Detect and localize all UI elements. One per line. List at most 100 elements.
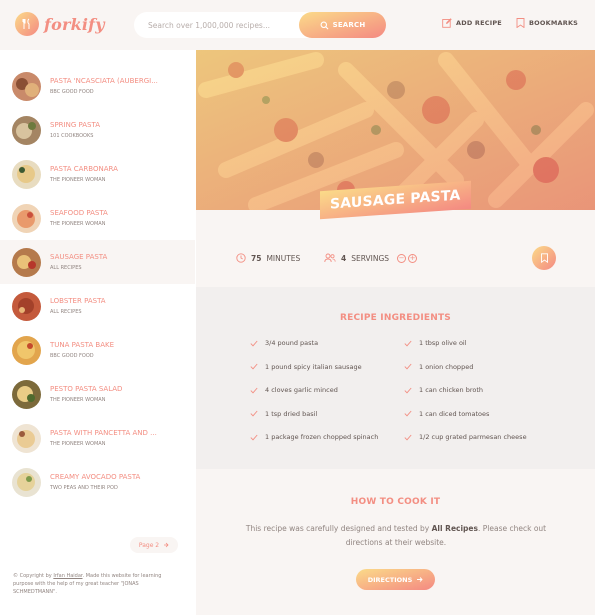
check-icon — [250, 434, 258, 440]
copyright: © Copyright by Irfan Haidar. Made this w… — [13, 572, 183, 596]
recipe-thumbnail — [12, 159, 41, 189]
result-item[interactable]: SPRING PASTA 101 COOKBOOKS — [0, 108, 195, 152]
ingredient-item: 1 package frozen chopped spinach — [250, 433, 378, 441]
result-title: SAUSAGE PASTA — [50, 253, 108, 261]
result-item[interactable]: PASTA WITH PANCETTA AND ... THE PIONEER … — [0, 416, 195, 460]
header: forkify SEARCH ADD RECIPE BOOKMARKS — [0, 0, 595, 50]
howto-publisher: All Recipes — [431, 524, 478, 533]
check-icon — [250, 387, 258, 393]
next-page-button[interactable]: Page 2 — [130, 537, 178, 553]
arrow-right-icon — [164, 542, 169, 548]
add-recipe-button[interactable]: ADD RECIPE — [442, 18, 502, 28]
recipe-thumbnail — [12, 115, 41, 145]
servings-label: SERVINGS — [351, 253, 390, 263]
ingredient-item: 1 tbsp olive oil — [404, 339, 467, 347]
ingredient-text: 1/2 cup grated parmesan cheese — [419, 433, 527, 441]
decrease-servings-button[interactable]: − — [397, 253, 407, 263]
recipe-details: 75 MINUTES 4 SERVINGS − + — [196, 235, 595, 283]
ingredient-text: 1 can diced tomatoes — [419, 409, 490, 418]
search-icon — [320, 21, 329, 29]
check-icon — [250, 363, 258, 370]
recipe-directions: HOW TO COOK IT This recipe was carefully… — [196, 488, 595, 615]
result-publisher: BBC GOOD FOOD — [50, 89, 94, 95]
bookmarks-button[interactable]: BOOKMARKS — [516, 18, 578, 28]
result-publisher: THE PIONEER WOMAN — [50, 221, 106, 227]
howto-title: HOW TO COOK IT — [350, 497, 441, 507]
ingredient-text: 1 pound spicy italian sausage — [265, 362, 362, 371]
ingredient-item: 1 can diced tomatoes — [404, 410, 489, 418]
recipe-thumbnail — [12, 203, 41, 233]
result-title: SEAFOOD PASTA — [50, 209, 108, 217]
ingredient-item: 1 can chicken broth — [404, 386, 483, 394]
check-icon — [404, 434, 412, 440]
recipe-thumbnail — [12, 335, 41, 365]
result-item[interactable]: CREAMY AVOCADO PASTA TWO PEAS AND THEIR … — [0, 460, 195, 504]
result-item[interactable]: SEAFOOD PASTA THE PIONEER WOMAN — [0, 196, 195, 240]
minutes-value: 75 — [251, 253, 262, 263]
ingredient-text: 1 onion chopped — [419, 362, 474, 371]
howto-text: This recipe was carefully designed and t… — [236, 522, 556, 550]
recipe-thumbnail — [12, 467, 41, 497]
recipe-thumbnail — [12, 379, 41, 409]
result-title: LOBSTER PASTA — [50, 297, 106, 305]
result-title: SPRING PASTA — [50, 121, 101, 129]
ingredient-item: 1/2 cup grated parmesan cheese — [404, 433, 527, 441]
clock-icon — [236, 253, 246, 263]
result-item[interactable]: LOBSTER PASTA ALL RECIPES — [0, 284, 195, 328]
recipe-view: SAUSAGE PASTA 75 MINUTES 4 SERVINGS − + … — [196, 50, 595, 615]
result-item[interactable]: PASTA 'NCASCIATA (AUBERGI... BBC GOOD FO… — [0, 64, 195, 108]
author-link[interactable]: Irfan Haidar — [53, 573, 82, 579]
check-icon — [404, 410, 412, 417]
logo[interactable]: forkify — [15, 12, 105, 36]
result-item[interactable]: PESTO PASTA SALAD THE PIONEER WOMAN — [0, 372, 195, 416]
result-publisher: THE PIONEER WOMAN — [50, 397, 106, 403]
servings-value: 4 — [341, 253, 347, 263]
cooking-time: 75 MINUTES — [236, 253, 300, 263]
bookmarks-label: BOOKMARKS — [529, 19, 579, 27]
ingredient-text: 4 cloves garlic minced — [265, 386, 338, 394]
ingredients-title: RECIPE INGREDIENTS — [340, 313, 451, 323]
check-icon — [404, 363, 412, 370]
result-publisher: BBC GOOD FOOD — [50, 353, 94, 359]
check-icon — [404, 387, 412, 393]
minutes-label: MINUTES — [266, 253, 301, 263]
users-icon — [324, 253, 336, 263]
result-item[interactable]: TUNA PASTA BAKE BBC GOOD FOOD — [0, 328, 195, 372]
result-item[interactable]: PASTA CARBONARA THE PIONEER WOMAN — [0, 152, 195, 196]
copyright-prefix: © Copyright by — [13, 573, 54, 579]
search-button-label: SEARCH — [332, 21, 366, 29]
directions-button[interactable]: DIRECTIONS — [356, 569, 435, 590]
search-button[interactable]: SEARCH — [299, 12, 386, 38]
ingredient-item: 3/4 pound pasta — [250, 339, 318, 347]
result-title: PASTA WITH PANCETTA AND ... — [50, 429, 157, 437]
result-publisher: THE PIONEER WOMAN — [50, 177, 106, 183]
increase-servings-button[interactable]: + — [408, 253, 418, 263]
arrow-right-icon — [417, 577, 423, 582]
check-icon — [250, 340, 258, 346]
result-title: CREAMY AVOCADO PASTA — [50, 473, 141, 481]
search-results: PASTA 'NCASCIATA (AUBERGI... BBC GOOD FO… — [0, 50, 195, 615]
page-label: Page 2 — [138, 541, 160, 549]
recipe-thumbnail — [12, 247, 41, 277]
bookmark-icon — [516, 18, 525, 28]
result-publisher: ALL RECIPES — [50, 309, 82, 315]
recipe-ingredients: RECIPE INGREDIENTS 3/4 pound pasta 1 tbs… — [196, 287, 595, 469]
result-title: PASTA CARBONARA — [50, 165, 118, 173]
ingredient-text: 1 tsp dried basil — [265, 409, 318, 418]
recipe-thumbnail — [12, 423, 41, 453]
ingredient-item: 1 onion chopped — [404, 363, 473, 371]
directions-label: DIRECTIONS — [367, 575, 413, 584]
result-publisher: 101 COOKBOOKS — [50, 133, 94, 139]
logo-text: forkify — [44, 14, 105, 34]
result-publisher: TWO PEAS AND THEIR POD — [50, 485, 118, 491]
ingredient-item: 1 tsp dried basil — [250, 410, 317, 418]
ingredient-item: 1 pound spicy italian sausage — [250, 363, 362, 371]
bookmark-recipe-button[interactable] — [532, 246, 556, 270]
result-item-active[interactable]: SAUSAGE PASTA ALL RECIPES — [0, 240, 195, 284]
result-title: TUNA PASTA BAKE — [50, 341, 115, 349]
bookmark-icon — [540, 253, 548, 263]
servings: 4 SERVINGS − + — [324, 253, 418, 263]
search-input[interactable] — [148, 20, 298, 30]
recipe-thumbnail — [12, 291, 41, 321]
result-publisher: ALL RECIPES — [50, 265, 82, 271]
